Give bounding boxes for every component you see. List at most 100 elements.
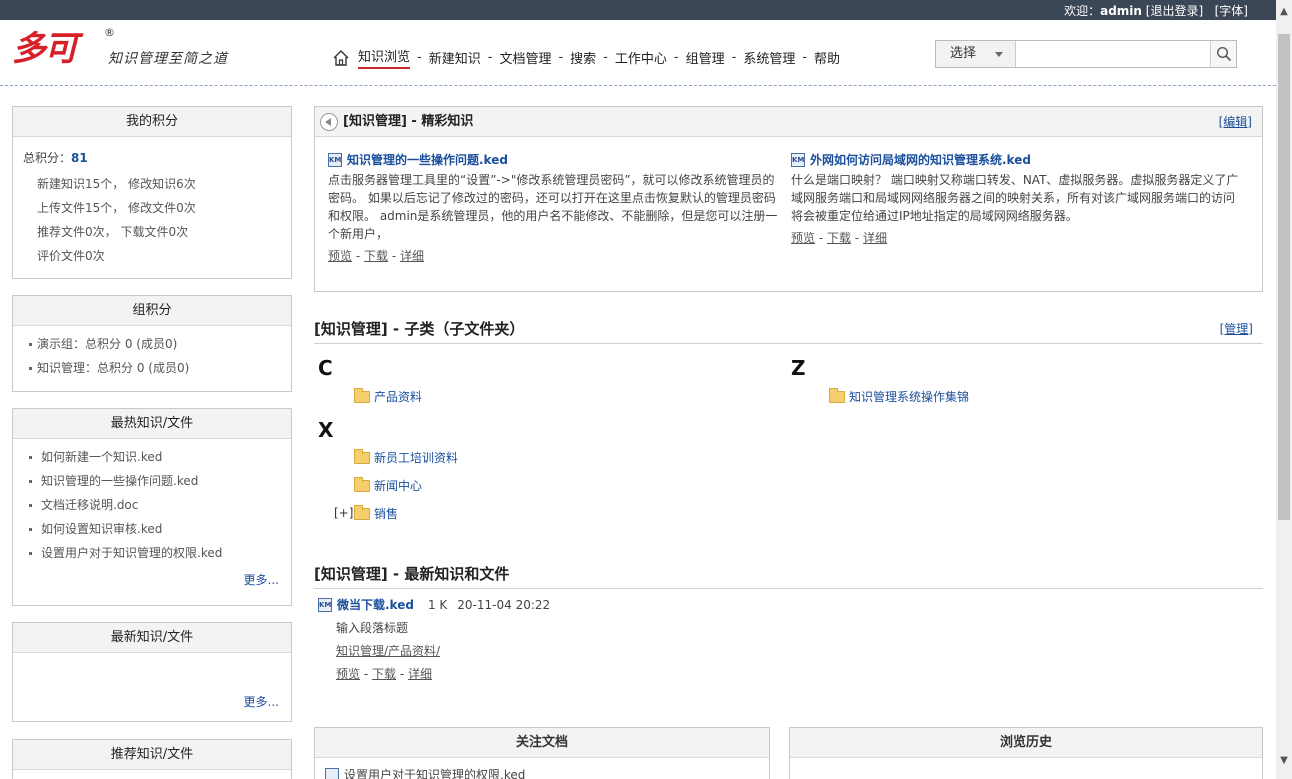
username: admin <box>1100 4 1142 18</box>
latest-item-size: 1 K <box>427 597 448 612</box>
search-scope-select[interactable]: 选择 <box>936 41 1016 67</box>
hot-file-link[interactable]: 如何设置知识审核.ked <box>23 517 281 541</box>
preview-link[interactable]: 预览 <box>791 231 815 245</box>
scroll-up-icon[interactable]: ▲ <box>1276 4 1292 20</box>
watched-docs-panel: 关注文档 设置用户对于知识管理的权限.ked <box>314 727 770 779</box>
logo[interactable]: 多可 <box>12 28 102 72</box>
detail-link[interactable]: 详细 <box>863 231 887 245</box>
folder-link[interactable]: 销售 <box>354 504 399 522</box>
total-points-label: 总积分： <box>23 151 72 165</box>
detail-link[interactable]: 详细 <box>408 667 432 681</box>
action-sep: - <box>399 667 405 681</box>
folder-label: 新员工培训资料 <box>374 451 459 465</box>
download-link[interactable]: 下载 <box>372 667 396 681</box>
ked-file-icon: KM <box>328 153 342 167</box>
preview-link[interactable]: 预览 <box>328 249 352 263</box>
watched-doc-link[interactable]: 设置用户对于知识管理的权限.ked <box>344 766 525 779</box>
folder-link[interactable]: 新员工培训资料 <box>354 448 459 466</box>
folder-link[interactable]: 产品资料 <box>354 387 422 405</box>
my-points-panel: 我的积分 总积分：81 新建知识15个， 修改知识6次 上传文件15个， 修改文… <box>12 106 292 279</box>
registered-mark: ® <box>104 26 115 39</box>
action-sep: - <box>818 231 824 245</box>
vertical-scrollbar[interactable]: ▲ ▼ <box>1276 0 1292 779</box>
latest-item-title[interactable]: 微当下载.ked <box>337 596 414 613</box>
total-points-value: 81 <box>71 151 88 165</box>
featured-item-desc: 点击服务器管理工具里的“设置”->"修改系统管理员密码”，就可以修改系统管理员的… <box>328 173 778 241</box>
points-row: 评价文件0次 <box>37 249 105 263</box>
nav-system-manage[interactable]: 系统管理 <box>743 48 795 67</box>
action-sep: - <box>355 249 361 263</box>
edit-link[interactable]: [编辑] <box>1219 107 1252 137</box>
newest-more-link[interactable]: 更多... <box>23 693 281 710</box>
hot-more-link[interactable]: 更多... <box>23 571 281 588</box>
action-sep: - <box>391 249 397 263</box>
browse-history-title: 浏览历史 <box>790 728 1262 758</box>
chevron-down-icon <box>995 52 1003 57</box>
group-points-item: 演示组：总积分 0 (成员0) <box>23 332 281 356</box>
main-nav: 知识浏览 - 新建知识 - 文档管理 - 搜索 - 工作中心 - 组管理 - 系… <box>332 46 840 69</box>
newest-files-panel: 最新知识/文件 更多... <box>12 622 292 722</box>
letter-index: X <box>318 418 334 442</box>
group-points-title: 组积分 <box>13 296 291 326</box>
featured-header: [知识管理] - 精彩知识 [编辑] <box>315 107 1262 137</box>
manage-link[interactable]: [管理] <box>1220 320 1253 337</box>
group-points-panel: 组积分 演示组：总积分 0 (成员0) 知识管理：总积分 0 (成员0) <box>12 295 292 392</box>
folder-icon <box>354 448 370 464</box>
folder-link[interactable]: 知识管理系统操作集锦 <box>829 387 970 405</box>
search-scope-label: 选择 <box>950 46 977 61</box>
nav-search[interactable]: 搜索 <box>570 48 596 67</box>
hot-file-link[interactable]: 如何新建一个知识.ked <box>23 445 281 469</box>
hot-file-link[interactable]: 文档迁移说明.doc <box>23 493 281 517</box>
featured-panel: [知识管理] - 精彩知识 [编辑] KM 知识管理的一些操作问题.ked 点击服… <box>314 106 1263 292</box>
nav-new-knowledge[interactable]: 新建知识 <box>429 48 481 67</box>
ked-file-icon: KM <box>318 597 332 612</box>
expand-toggle[interactable]: [+] <box>334 506 353 520</box>
detail-link[interactable]: 详细 <box>400 249 424 263</box>
latest-item-date: 20-11-04 20:22 <box>457 597 551 612</box>
hot-files-title: 最热知识/文件 <box>13 409 291 439</box>
featured-title: [知识管理] - 精彩知识 <box>343 114 474 129</box>
header: 多可 ® 知识管理至简之道 知识浏览 - 新建知识 - 文档管理 - 搜索 - … <box>0 20 1276 86</box>
folder-icon <box>354 387 370 403</box>
ked-file-icon <box>325 767 339 779</box>
nav-group-manage[interactable]: 组管理 <box>686 48 725 67</box>
ked-file-icon: KM <box>791 153 805 167</box>
download-link[interactable]: 下载 <box>364 249 388 263</box>
total-points: 总积分：81 <box>23 149 281 166</box>
logout-link[interactable]: [退出登录] <box>1146 4 1203 18</box>
nav-sep: - <box>558 50 564 65</box>
watched-docs-title: 关注文档 <box>315 728 769 758</box>
latest-item-path[interactable]: 知识管理/产品资料/ <box>336 644 440 658</box>
search-input[interactable] <box>1016 41 1210 67</box>
folder-icon <box>354 504 370 520</box>
hot-file-link[interactable]: 知识管理的一些操作问题.ked <box>23 469 281 493</box>
folder-label: 销售 <box>374 507 399 521</box>
welcome-label: 欢迎： <box>1064 4 1101 18</box>
browse-history-panel: 浏览历史 <box>789 727 1263 779</box>
folder-label: 知识管理系统操作集锦 <box>849 390 970 404</box>
folder-label: 新闻中心 <box>374 479 423 493</box>
featured-item-title[interactable]: 外网如何访问局域网的知识管理系统.ked <box>810 151 1031 169</box>
hot-files-panel: 最热知识/文件 如何新建一个知识.ked 知识管理的一些操作问题.ked 文档迁… <box>12 408 292 606</box>
home-icon[interactable] <box>332 49 350 67</box>
hot-file-link[interactable]: 设置用户对于知识管理的权限.ked <box>23 541 281 565</box>
search-button[interactable] <box>1210 41 1236 67</box>
nav-work-center[interactable]: 工作中心 <box>615 48 667 67</box>
font-link[interactable]: [字体] <box>1215 4 1248 18</box>
download-link[interactable]: 下载 <box>827 231 851 245</box>
nav-browse[interactable]: 知识浏览 <box>358 46 411 69</box>
action-sep: - <box>854 231 860 245</box>
my-points-title: 我的积分 <box>13 107 291 137</box>
back-arrow-icon[interactable] <box>320 113 338 131</box>
scroll-thumb[interactable] <box>1278 34 1290 520</box>
folder-link[interactable]: 新闻中心 <box>354 476 423 494</box>
featured-item-title[interactable]: 知识管理的一些操作问题.ked <box>347 151 508 169</box>
nav-help[interactable]: 帮助 <box>814 48 840 67</box>
subcats-title: [知识管理] - 子类（子文件夹） <box>314 320 525 338</box>
preview-link[interactable]: 预览 <box>336 667 360 681</box>
points-row: 上传文件15个， 修改文件0次 <box>37 201 196 215</box>
nav-doc-manage[interactable]: 文档管理 <box>499 48 551 67</box>
scroll-down-icon[interactable]: ▼ <box>1276 753 1292 769</box>
logo-mark: 多可 <box>12 29 78 69</box>
recommended-files-title: 推荐知识/文件 <box>13 740 291 770</box>
